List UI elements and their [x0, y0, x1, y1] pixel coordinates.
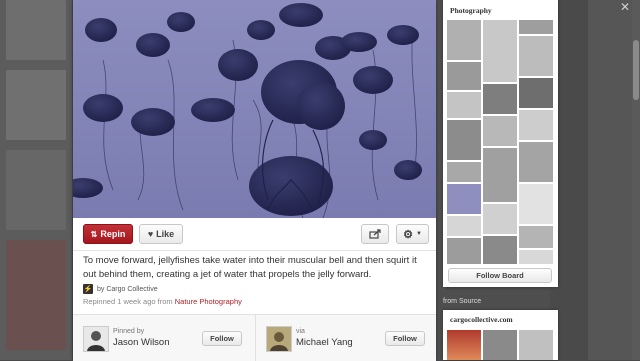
board-thumbnail[interactable]: [519, 226, 553, 248]
source-by-label: by Cargo Collective: [97, 285, 158, 293]
source-attribution[interactable]: ⚡ by Cargo Collective: [83, 283, 158, 295]
close-icon[interactable]: ✕: [620, 0, 630, 14]
board-thumbnail[interactable]: [483, 84, 517, 114]
board-card: Photography Follow Board: [443, 0, 558, 287]
board-thumbnail[interactable]: [483, 148, 517, 202]
repinned-prefix: Repinned 1 week ago from: [83, 297, 173, 306]
board-thumbnail[interactable]: [519, 110, 553, 140]
avatar[interactable]: [83, 326, 109, 352]
pin-image[interactable]: [73, 0, 436, 218]
source-card: cargocollective.com: [443, 310, 558, 360]
background-tile: [6, 0, 66, 60]
board-thumbnail[interactable]: [483, 204, 517, 234]
repinned-info: Repinned 1 week ago from Nature Photogra…: [83, 297, 242, 306]
background-column-left: [0, 0, 72, 360]
source-thumbnail[interactable]: [447, 330, 481, 360]
pin-description: To move forward, jellyfishes take water …: [83, 255, 417, 280]
board-thumbnail[interactable]: [483, 116, 517, 146]
board-thumbnail[interactable]: [483, 236, 517, 264]
background-tile: [6, 150, 66, 230]
from-source-heading: from Source: [443, 298, 482, 305]
board-thumbnail[interactable]: [447, 238, 481, 264]
pushpin-icon: ⇅: [90, 229, 98, 239]
like-button[interactable]: ♥ Like: [139, 224, 183, 244]
board-thumbnail[interactable]: [447, 120, 481, 160]
board-thumbnail[interactable]: [447, 62, 481, 90]
board-thumbnail[interactable]: [447, 92, 481, 118]
repin-label: Repin: [100, 229, 126, 239]
heart-icon: ♥: [147, 229, 154, 239]
source-thumbnail[interactable]: [483, 330, 517, 360]
background-tile: [6, 70, 66, 140]
source-thumbnail[interactable]: [519, 330, 553, 360]
board-thumbnail[interactable]: [519, 36, 553, 76]
gear-icon: ⚙: [403, 228, 413, 241]
pin-credits: Pinned by Jason Wilson Follow via Michae…: [73, 314, 436, 361]
board-title[interactable]: Photography: [450, 6, 492, 15]
repin-button[interactable]: ⇅ Repin: [83, 224, 133, 244]
board-thumbnail[interactable]: [519, 184, 553, 224]
share-icon: [369, 229, 381, 239]
repinned-board-link[interactable]: Nature Photography: [175, 297, 242, 306]
pinned-by-name[interactable]: Jason Wilson: [113, 337, 170, 348]
pinned-by-section: Pinned by Jason Wilson Follow: [73, 315, 254, 361]
follow-board-button[interactable]: Follow Board: [448, 268, 552, 283]
board-thumbnail[interactable]: [447, 20, 481, 60]
settings-button[interactable]: ⚙ ▼: [396, 224, 429, 244]
background-tile: [6, 240, 66, 350]
board-thumbnail[interactable]: [447, 216, 481, 236]
board-thumbnail[interactable]: [483, 20, 517, 82]
pinned-by-label: Pinned by: [113, 328, 145, 335]
via-label: via: [296, 328, 305, 335]
chevron-down-icon: ▼: [415, 231, 422, 237]
board-thumbnail[interactable]: [519, 20, 553, 34]
board-thumbnail[interactable]: [519, 142, 553, 182]
board-thumbnail[interactable]: [519, 250, 553, 264]
cargo-icon: ⚡: [83, 284, 93, 294]
person-icon: [84, 327, 108, 351]
via-section: via Michael Yang Follow: [255, 315, 437, 361]
share-button[interactable]: [361, 224, 389, 244]
divider: [73, 250, 436, 251]
like-label: Like: [156, 229, 175, 239]
follow-button[interactable]: Follow: [202, 331, 242, 346]
board-thumbnail[interactable]: [447, 184, 481, 214]
jellyfish-photo: [73, 0, 436, 218]
source-site-title[interactable]: cargocollective.com: [450, 315, 513, 324]
pin-card: ⇅ Repin ♥ Like ⚙ ▼ To move forward, jell…: [73, 0, 436, 361]
board-thumbnail[interactable]: [519, 78, 553, 108]
board-thumbnail[interactable]: [447, 162, 481, 182]
follow-button[interactable]: Follow: [385, 331, 425, 346]
scrollbar-thumb[interactable]: [633, 40, 639, 100]
avatar[interactable]: [266, 326, 292, 352]
person-icon: [267, 327, 291, 351]
pin-actions: ⇅ Repin ♥ Like ⚙ ▼: [83, 224, 429, 246]
via-name[interactable]: Michael Yang: [296, 337, 353, 348]
scrollbar[interactable]: [632, 0, 640, 360]
